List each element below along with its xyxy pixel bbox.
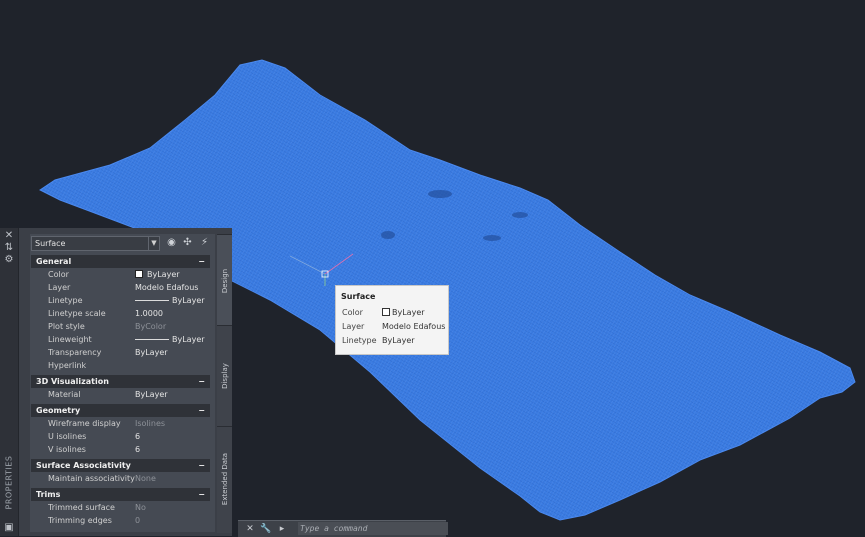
property-name: Transparency [48,348,102,357]
wrench-icon[interactable]: 🔧 [260,523,272,535]
collapse-icon[interactable]: − [198,255,205,268]
property-row[interactable]: Layer Modelo Edafous [31,281,210,294]
property-value-text: ByLayer [172,296,205,305]
property-name: Lineweight [48,335,92,344]
property-name: Material [48,390,81,399]
property-value-text: None [135,474,156,483]
section-header[interactable]: General − [31,255,210,268]
property-name: Linetype scale [48,309,106,318]
property-value-text: ByLayer [172,335,205,344]
property-value[interactable]: Modelo Edafous [135,281,198,294]
property-value[interactable]: 0 [135,514,140,527]
chevron-down-icon[interactable]: ▼ [148,237,159,250]
property-value[interactable]: ByLayer [135,268,180,281]
section-header[interactable]: Surface Associativity − [31,459,210,472]
property-row[interactable]: Lineweight ByLayer [31,333,210,346]
toggle-pickadd-icon[interactable]: ◉ [165,236,178,250]
section-header[interactable]: 3D Visualization − [31,375,210,388]
property-name: Hyperlink [48,361,87,370]
property-name: Trimming edges [48,516,112,525]
select-objects-icon[interactable]: ✣ [181,236,194,250]
property-value-text: 0 [135,516,141,525]
property-value-text: ByLayer [135,348,168,357]
tab-design[interactable]: Design [217,234,232,325]
property-value[interactable]: No [135,501,146,514]
property-value[interactable]: 6 [135,430,140,443]
property-value-text: ByLayer [135,390,168,399]
collapse-icon[interactable]: − [198,375,205,388]
property-value[interactable]: 6 [135,443,140,456]
tooltip-title: Surface [341,292,376,301]
property-value[interactable]: ByColor [135,320,166,333]
color-swatch-icon [135,270,143,278]
property-value-text: Modelo Edafous [135,283,199,292]
property-name: Plot style [48,322,85,331]
property-value-text: 1.0000 [135,309,163,318]
property-value[interactable]: Isolines [135,417,165,430]
quick-select-icon[interactable]: ⚡ [198,236,211,250]
property-value-text: 6 [135,445,141,454]
command-input[interactable] [298,522,448,535]
line-sample-icon [135,300,169,301]
property-name: Wireframe display [48,419,121,428]
property-value-text: Isolines [135,419,166,428]
property-value[interactable]: ByLayer [135,346,168,359]
settings-icon[interactable]: ⚙ [3,254,15,266]
property-name: V isolines [48,445,86,454]
command-prompt-icon[interactable]: ▸ [276,523,288,535]
tab-extended-data[interactable]: Extended Data [217,426,232,533]
ucs-cursor-icon [289,253,354,286]
section-title: Trims [36,490,61,499]
section-header[interactable]: Trims − [31,488,210,501]
object-type-select[interactable]: Surface ▼ [31,236,160,251]
palette-title: PROPERTIES [4,455,14,510]
section-title: Geometry [36,406,81,415]
property-row[interactable]: Material ByLayer [31,388,210,401]
property-row[interactable]: Trimming edges 0 [31,514,210,527]
property-name: Trimmed surface [48,503,115,512]
section-title: Surface Associativity [36,461,131,470]
close-icon[interactable]: ✕ [244,523,256,535]
collapse-icon[interactable]: − [198,488,205,501]
object-type-value: Surface [35,239,66,248]
property-row[interactable]: Trimmed surface No [31,501,210,514]
tab-display[interactable]: Display [217,325,232,426]
property-row[interactable]: Plot style ByColor [31,320,210,333]
section-title: 3D Visualization [36,377,109,386]
close-icon[interactable]: ✕ [3,230,15,242]
property-row[interactable]: Wireframe display Isolines [31,417,210,430]
property-value-text: 6 [135,432,141,441]
line-sample-icon [135,339,169,340]
property-row[interactable]: Linetype ByLayer [31,294,210,307]
property-value[interactable]: None [135,472,156,485]
property-value[interactable]: ByLayer [135,294,205,307]
property-name: Layer [48,283,71,292]
collapse-icon[interactable]: − [198,459,205,472]
property-value-text: ByColor [135,322,167,331]
property-value[interactable]: ByLayer [135,388,168,401]
property-value-text: No [135,503,146,512]
property-name: Maintain associativity [48,474,135,483]
quick-properties-tooltip: Surface Color ByLayer Layer Modelo Edafo… [335,285,449,355]
property-row[interactable]: Transparency ByLayer [31,346,210,359]
property-row[interactable]: Color ByLayer [31,268,210,281]
property-value[interactable]: ByLayer [135,333,205,346]
property-row[interactable]: Maintain associativity None [31,472,210,485]
palette-menu-icon[interactable]: ▣ [3,522,15,534]
collapse-icon[interactable]: − [198,404,205,417]
autohide-icon[interactable]: ⇅ [3,242,15,254]
property-name: Color [48,270,69,279]
property-row[interactable]: Hyperlink [31,359,210,372]
section-title: General [36,257,72,266]
property-name: U isolines [48,432,87,441]
property-value[interactable]: 1.0000 [135,307,163,320]
property-name: Linetype [48,296,83,305]
property-value-text: ByLayer [147,270,180,279]
property-row[interactable]: Linetype scale 1.0000 [31,307,210,320]
property-row[interactable]: U isolines 6 [31,430,210,443]
property-row[interactable]: V isolines 6 [31,443,210,456]
color-swatch-icon [382,308,390,316]
section-header[interactable]: Geometry − [31,404,210,417]
